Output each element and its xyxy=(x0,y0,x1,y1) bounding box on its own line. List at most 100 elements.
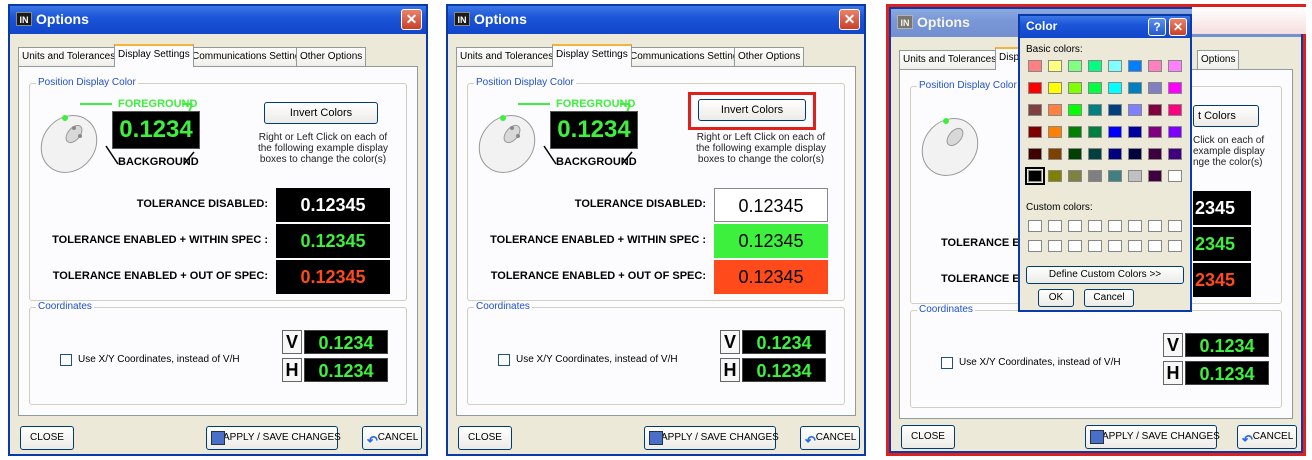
use-xy-checkbox[interactable] xyxy=(941,357,953,369)
color-dialog-title-bar[interactable]: Color ? ✕ xyxy=(1020,16,1190,38)
close-button[interactable]: CLOSE xyxy=(458,426,512,450)
tab-display-settings[interactable]: Display Settings xyxy=(552,44,632,67)
tolerance-out-of-spec-value[interactable]: 2345 xyxy=(1193,263,1251,297)
tolerance-out-of-spec-value[interactable]: 0.12345 xyxy=(276,260,390,294)
custom-color-swatch[interactable] xyxy=(1148,240,1162,252)
example-display-box[interactable]: 0.1234 xyxy=(550,111,638,149)
cancel-button[interactable]: ↶ CANCEL xyxy=(800,426,860,450)
color-swatch[interactable] xyxy=(1088,148,1102,160)
custom-color-swatch[interactable] xyxy=(1048,240,1062,252)
color-swatch[interactable] xyxy=(1068,148,1082,160)
custom-color-swatch[interactable] xyxy=(1088,220,1102,232)
title-bar[interactable]: IN Options ✕ xyxy=(448,6,864,34)
color-swatch[interactable] xyxy=(1048,170,1062,182)
color-swatch[interactable] xyxy=(1028,60,1042,72)
color-swatch[interactable] xyxy=(1168,148,1182,160)
tolerance-within-spec-value[interactable]: 2345 xyxy=(1193,227,1251,261)
color-swatch[interactable] xyxy=(1128,104,1142,116)
color-swatch[interactable] xyxy=(1148,82,1162,94)
color-swatch[interactable] xyxy=(1068,60,1082,72)
color-swatch[interactable] xyxy=(1088,126,1102,138)
color-swatch[interactable] xyxy=(1168,60,1182,72)
color-swatch[interactable] xyxy=(1168,104,1182,116)
custom-color-swatch[interactable] xyxy=(1108,220,1122,232)
apply-save-button[interactable]: APPLY / SAVE CHANGES xyxy=(1085,425,1220,449)
h-value[interactable]: 0.1234 xyxy=(1185,361,1269,385)
tolerance-out-of-spec-value[interactable]: 0.12345 xyxy=(714,260,828,294)
cancel-button[interactable]: ↶ CANCEL xyxy=(362,426,422,450)
color-swatch[interactable] xyxy=(1108,126,1122,138)
invert-colors-button[interactable]: Invert Colors xyxy=(264,102,378,124)
color-swatch[interactable] xyxy=(1048,148,1062,160)
custom-color-swatch[interactable] xyxy=(1048,220,1062,232)
help-icon[interactable]: ? xyxy=(1148,18,1166,36)
color-swatch[interactable] xyxy=(1128,82,1142,94)
color-swatch[interactable] xyxy=(1068,126,1082,138)
color-swatch[interactable] xyxy=(1048,104,1062,116)
tolerance-disabled-value[interactable]: 0.12345 xyxy=(276,188,390,222)
tab-units-and-tolerances[interactable]: Units and Tolerances xyxy=(899,50,1001,69)
color-swatch[interactable] xyxy=(1108,104,1122,116)
color-swatch[interactable] xyxy=(1068,170,1082,182)
close-dialog-icon[interactable]: ✕ xyxy=(1169,18,1187,36)
tolerance-within-spec-value[interactable]: 0.12345 xyxy=(714,224,828,258)
dialog-cancel-button[interactable]: Cancel xyxy=(1084,289,1134,307)
color-swatch[interactable] xyxy=(1068,104,1082,116)
custom-color-swatch[interactable] xyxy=(1148,220,1162,232)
custom-color-swatch[interactable] xyxy=(1128,220,1142,232)
apply-save-button[interactable]: APPLY / SAVE CHANGES xyxy=(644,426,779,450)
tab-display-settings[interactable]: Display Settings xyxy=(114,44,194,67)
tolerance-within-spec-value[interactable]: 0.12345 xyxy=(276,224,390,258)
color-swatch[interactable] xyxy=(1088,82,1102,94)
example-display-box[interactable]: 0.1234 xyxy=(112,111,200,149)
color-swatch[interactable] xyxy=(1108,170,1122,182)
tolerance-disabled-value[interactable]: 0.12345 xyxy=(714,188,828,222)
custom-color-swatch[interactable] xyxy=(1168,220,1182,232)
color-swatch[interactable] xyxy=(1128,170,1142,182)
color-swatch[interactable] xyxy=(1168,82,1182,94)
color-swatch[interactable] xyxy=(1108,82,1122,94)
close-button[interactable]: CLOSE xyxy=(901,425,955,449)
custom-color-swatch[interactable] xyxy=(1128,240,1142,252)
tab-units-and-tolerances[interactable]: Units and Tolerances xyxy=(18,47,120,66)
color-swatch[interactable] xyxy=(1068,82,1082,94)
apply-save-button[interactable]: APPLY / SAVE CHANGES xyxy=(206,426,341,450)
close-window-icon[interactable]: ✕ xyxy=(401,9,422,30)
invert-colors-button[interactable]: Invert Colors xyxy=(698,99,806,121)
use-xy-checkbox[interactable] xyxy=(498,354,510,366)
color-swatch[interactable] xyxy=(1048,60,1062,72)
custom-color-swatch[interactable] xyxy=(1068,220,1082,232)
tab-communications-settings[interactable]: Communications Settings xyxy=(188,47,310,66)
color-swatch[interactable] xyxy=(1025,167,1045,185)
custom-color-swatch[interactable] xyxy=(1088,240,1102,252)
color-swatch[interactable] xyxy=(1148,126,1162,138)
custom-color-swatch[interactable] xyxy=(1108,240,1122,252)
close-button[interactable]: CLOSE xyxy=(20,426,74,450)
color-swatch[interactable] xyxy=(1048,126,1062,138)
v-value[interactable]: 0.1234 xyxy=(742,330,826,354)
cancel-button[interactable]: ↶ CANCEL xyxy=(1237,425,1297,449)
color-swatch[interactable] xyxy=(1148,60,1162,72)
tab-other-options[interactable]: Options xyxy=(1197,50,1240,69)
color-swatch[interactable] xyxy=(1148,104,1162,116)
custom-color-swatch[interactable] xyxy=(1068,240,1082,252)
tab-other-options[interactable]: Other Options xyxy=(734,47,805,66)
ok-button[interactable]: OK xyxy=(1038,289,1074,307)
tab-communications-settings[interactable]: Communications Settings xyxy=(626,47,748,66)
title-bar[interactable]: IN Options ✕ xyxy=(10,6,426,34)
color-swatch[interactable] xyxy=(1028,148,1042,160)
v-value[interactable]: 0.1234 xyxy=(304,330,388,354)
v-value[interactable]: 0.1234 xyxy=(1185,333,1269,357)
color-swatch[interactable] xyxy=(1108,60,1122,72)
color-swatch[interactable] xyxy=(1028,82,1042,94)
define-custom-colors-button[interactable]: Define Custom Colors >> xyxy=(1026,266,1184,284)
use-xy-checkbox[interactable] xyxy=(60,354,72,366)
color-swatch[interactable] xyxy=(1148,170,1162,182)
color-swatch[interactable] xyxy=(1108,148,1122,160)
color-swatch[interactable] xyxy=(1168,126,1182,138)
invert-colors-button[interactable]: t Colors xyxy=(1193,105,1259,127)
color-swatch[interactable] xyxy=(1028,126,1042,138)
custom-color-swatch[interactable] xyxy=(1168,240,1182,252)
custom-color-swatch[interactable] xyxy=(1028,240,1042,252)
color-swatch[interactable] xyxy=(1128,60,1142,72)
